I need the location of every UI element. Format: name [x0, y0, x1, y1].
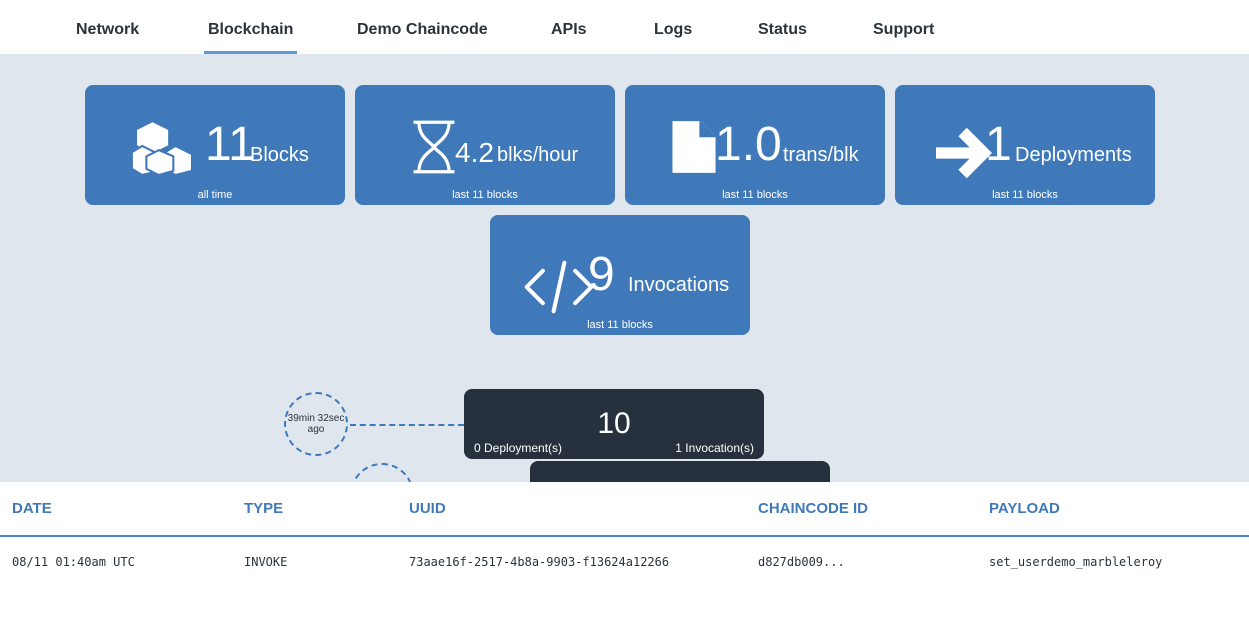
nav-demo-chaincode[interactable]: Demo Chaincode: [357, 0, 488, 54]
header-chaincode-id[interactable]: CHAINCODE ID: [758, 500, 868, 517]
rate-unit: blks/hour: [497, 144, 579, 166]
timeline-connector: [350, 424, 464, 426]
header-payload[interactable]: PAYLOAD: [989, 500, 1060, 517]
header-date[interactable]: DATE: [12, 500, 52, 517]
nav-apis[interactable]: APIs: [551, 0, 587, 54]
rate-sub: last 11 blocks: [452, 189, 518, 201]
invocations-sub: last 11 blocks: [587, 319, 653, 331]
block-deployments: 0 Deployment(s): [474, 441, 563, 455]
trans-sub: last 11 blocks: [722, 189, 788, 201]
block-time-bubble: 39min 32sec ago: [284, 392, 348, 456]
code-icon: [524, 260, 594, 314]
time-ago-line1: 39min 32sec: [287, 413, 345, 424]
cell-uuid: 73aae16f-2517-4b8a-9903-f13624a12266: [409, 555, 670, 569]
cell-date: 08/11 01:40am UTC: [12, 555, 135, 569]
stat-tile-rate: 4.2 blks/hour last 11 blocks: [355, 85, 615, 205]
nav-logs[interactable]: Logs: [654, 0, 692, 54]
header-type[interactable]: TYPE: [244, 500, 283, 517]
blocks-unit: Blocks: [250, 144, 309, 166]
stat-tile-trans: 1.0 trans/blk last 11 blocks: [625, 85, 885, 205]
trans-unit: trans/blk: [783, 144, 859, 166]
invocations-value: 9: [588, 248, 615, 301]
invocations-unit: Invocations: [628, 274, 730, 296]
deployments-unit: Deployments: [1015, 144, 1132, 166]
blockchain-dashboard: 11 Blocks all time 4.2 blks/hour last 11…: [0, 54, 1249, 482]
transactions-table: DATE TYPE UUID CHAINCODE ID PAYLOAD 08/1…: [0, 482, 1249, 626]
cell-payload: set_userdemo_marbleleroy: [989, 555, 1163, 569]
rate-value: 4.2: [455, 137, 494, 168]
deployments-sub: last 11 blocks: [992, 189, 1058, 201]
header-uuid[interactable]: UUID: [409, 500, 446, 517]
cell-chaincode-id: d827db009...: [758, 555, 845, 569]
stat-tile-invocations: 9 Invocations last 11 blocks: [490, 215, 750, 335]
block-card-next[interactable]: [530, 461, 830, 482]
time-ago-line2: ago: [307, 424, 325, 435]
table-header: DATE TYPE UUID CHAINCODE ID PAYLOAD: [0, 482, 1249, 537]
stat-tile-deployments: 1 Deployments last 11 blocks: [895, 85, 1155, 205]
cell-type: INVOKE: [244, 555, 288, 569]
block-time-bubble-next: [350, 463, 414, 482]
top-nav: Network Blockchain Demo Chaincode APIs L…: [0, 0, 1249, 55]
block-number: 10: [597, 407, 631, 440]
nav-support[interactable]: Support: [873, 0, 934, 54]
trans-value: 1.0: [715, 118, 782, 171]
block-invocations: 1 Invocation(s): [675, 441, 754, 455]
nav-blockchain[interactable]: Blockchain: [204, 0, 298, 54]
deployments-value: 1: [985, 118, 1012, 171]
block-card[interactable]: 10 0 Deployment(s) 1 Invocation(s): [464, 389, 764, 459]
stat-tile-blocks: 11 Blocks all time: [85, 85, 345, 205]
nav-network[interactable]: Network: [76, 0, 139, 54]
nav-status[interactable]: Status: [758, 0, 807, 54]
cubes-icon: [130, 119, 194, 175]
blocks-value: 11: [205, 118, 255, 171]
blocks-sub: all time: [197, 189, 233, 201]
